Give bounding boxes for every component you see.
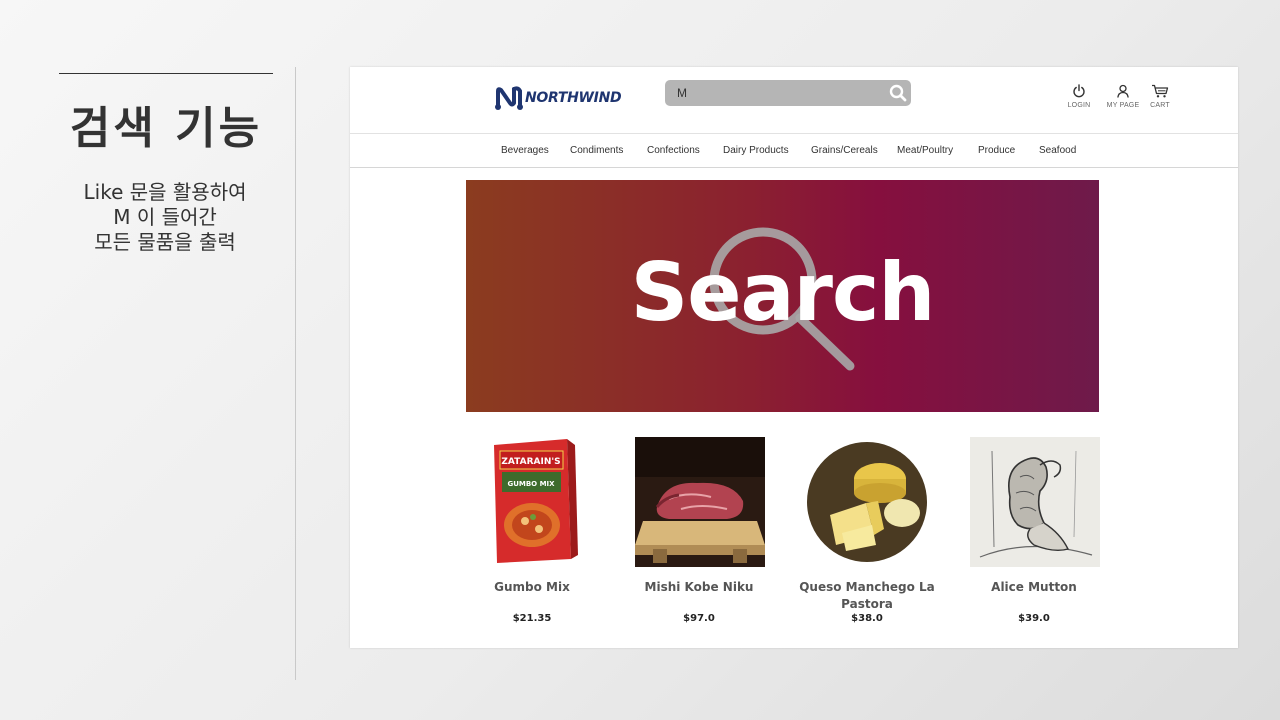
my-page-label: MY PAGE <box>1106 102 1140 109</box>
category-meat-poultry[interactable]: Meat/Poultry <box>897 145 953 156</box>
mutton-illustration-image <box>970 437 1100 567</box>
category-nav: Beverages Condiments Confections Dairy P… <box>350 134 1238 168</box>
search-icon <box>889 84 907 102</box>
svg-text:ZATARAIN'S: ZATARAIN'S <box>501 457 560 467</box>
svg-text:GUMBO MIX: GUMBO MIX <box>507 480 555 488</box>
cart-icon <box>1152 84 1169 98</box>
user-icon <box>1117 84 1129 98</box>
search-input[interactable] <box>665 80 887 106</box>
search-bar <box>665 80 911 106</box>
product-name: Gumbo Mix <box>494 580 570 594</box>
category-grains-cereals[interactable]: Grains/Cereals <box>811 145 878 156</box>
category-dairy-products[interactable]: Dairy Products <box>723 145 789 156</box>
power-icon <box>1073 84 1085 98</box>
gumbo-mix-box-image: ZATARAIN'S GUMBO MIX <box>467 437 597 567</box>
description-line: 모든 물품을 출력 <box>94 230 236 254</box>
vertical-divider <box>295 67 296 680</box>
product-price: $39.0 <box>1018 613 1050 624</box>
product-name: Mishi Kobe Niku <box>644 580 754 594</box>
login-label: LOGIN <box>1067 102 1091 109</box>
kobe-beef-image <box>635 437 765 567</box>
login-button[interactable]: LOGIN <box>1059 84 1099 109</box>
logo-text: NORTHWIND <box>525 90 622 106</box>
northwind-logo[interactable]: NORTHWIND <box>494 85 622 111</box>
banner-text: Search <box>630 246 936 339</box>
cart-label: CART <box>1150 102 1170 109</box>
product-name: Queso Manchego La Pastora <box>799 580 935 611</box>
logo-mark-icon <box>495 86 523 110</box>
slide-title: 검색 기능 <box>69 103 263 154</box>
search-banner: Search <box>466 180 1099 412</box>
category-confections[interactable]: Confections <box>647 145 700 156</box>
product-price: $38.0 <box>851 613 883 624</box>
search-button[interactable] <box>887 82 909 104</box>
category-beverages[interactable]: Beverages <box>501 145 549 156</box>
title-divider <box>59 73 273 74</box>
manchego-cheese-image <box>802 437 932 567</box>
description-line: M 이 들어간 <box>113 205 217 229</box>
slide-description: Like 문을 활용하여 M 이 들어간 모든 물품을 출력 <box>40 180 290 255</box>
category-seafood[interactable]: Seafood <box>1039 145 1076 156</box>
product-price: $21.35 <box>512 613 552 624</box>
product-name: Alice Mutton <box>991 580 1077 594</box>
description-line: Like 문을 활용하여 <box>83 180 247 204</box>
category-produce[interactable]: Produce <box>978 145 1015 156</box>
site-header: NORTHWIND LOGIN MY PAGE <box>350 67 1238 134</box>
website-screenshot: NORTHWIND LOGIN MY PAGE <box>350 67 1238 648</box>
category-condiments[interactable]: Condiments <box>570 145 623 156</box>
product-price: $97.0 <box>683 613 715 624</box>
my-page-button[interactable]: MY PAGE <box>1103 84 1143 109</box>
cart-button[interactable]: CART <box>1140 84 1180 109</box>
